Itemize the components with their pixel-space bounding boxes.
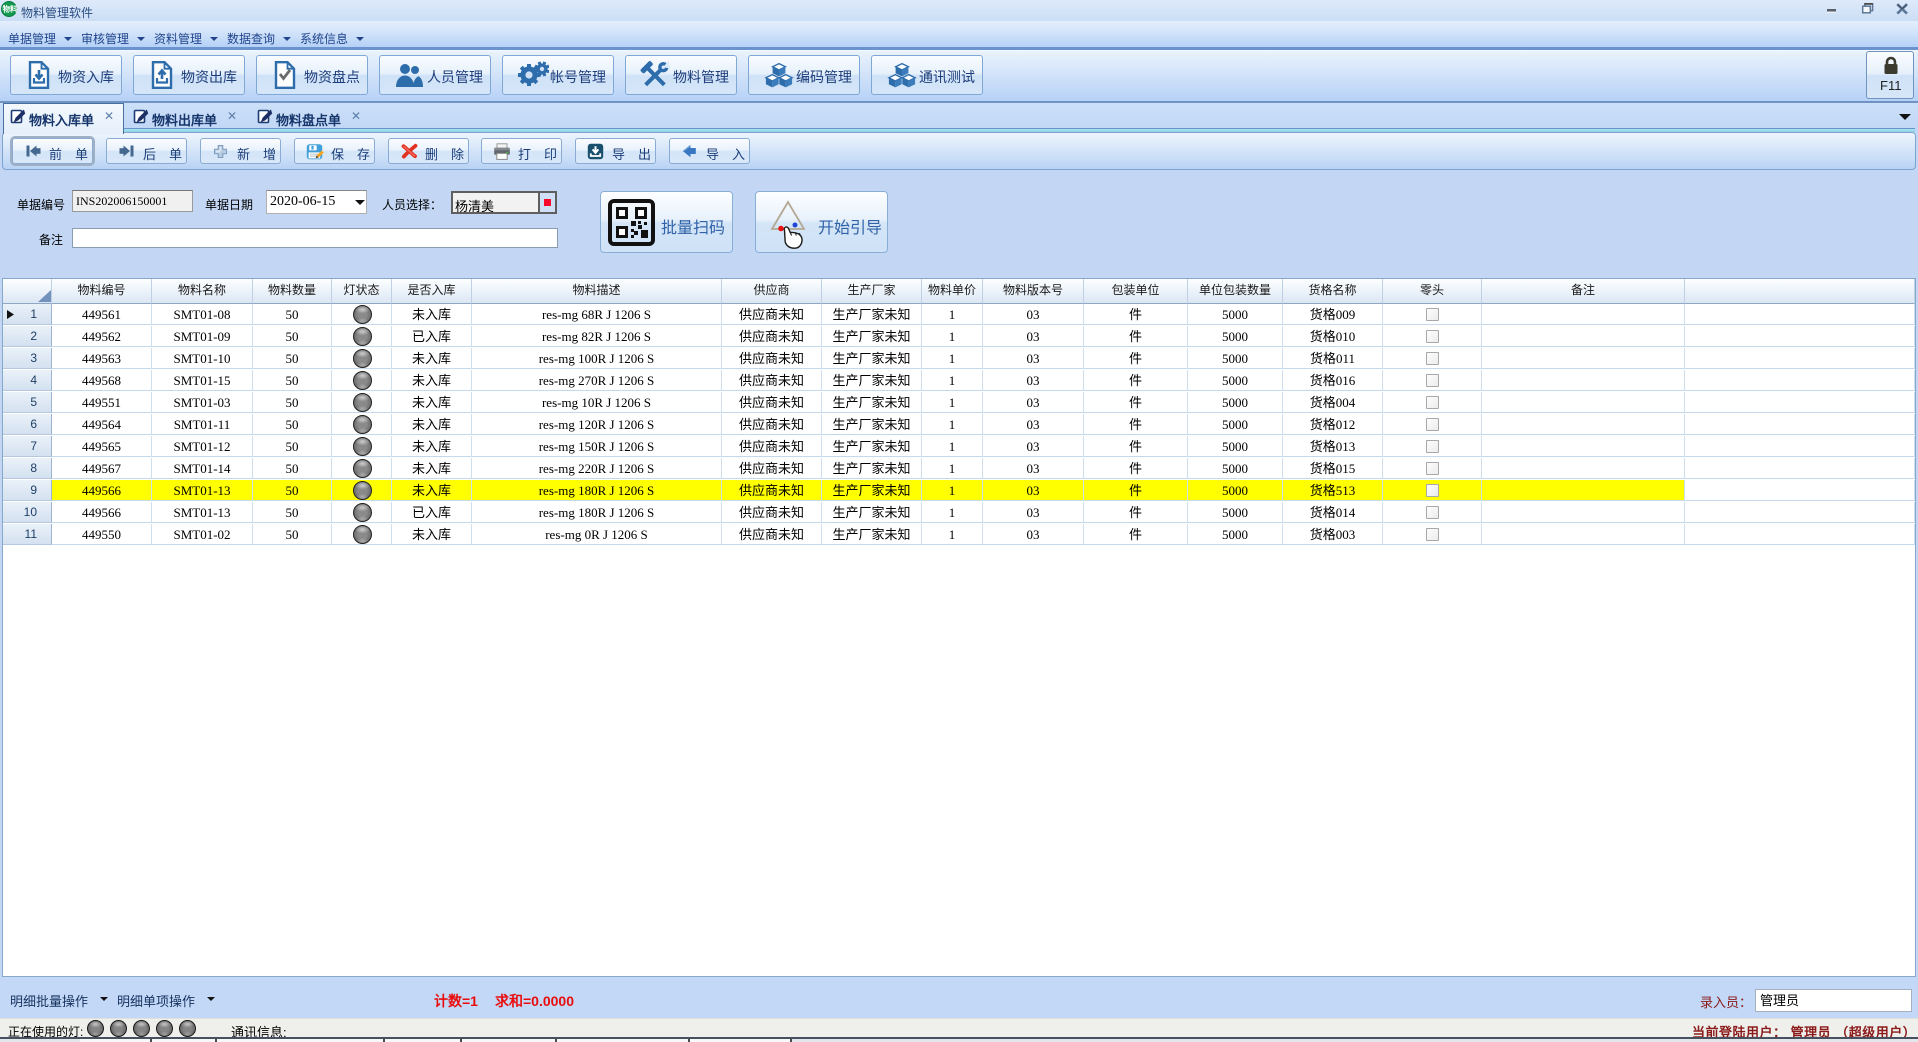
svg-text:物料: 物料 (3, 4, 18, 14)
